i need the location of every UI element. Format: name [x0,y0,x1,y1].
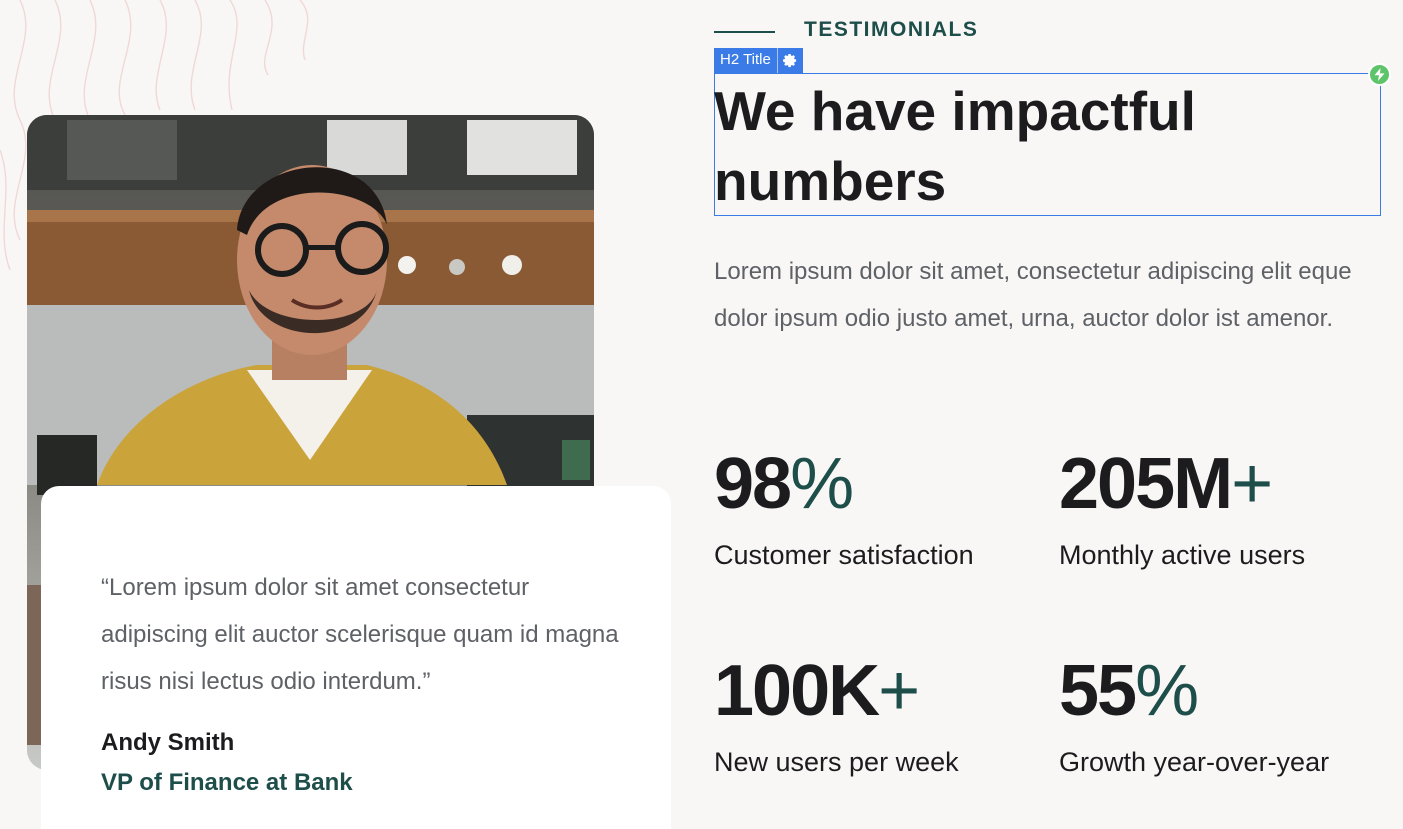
stat-value: 98% [714,448,974,520]
stat-number: 100K [714,651,880,731]
section-title[interactable]: We have impactful numbers [714,76,1374,216]
testimonial-author-role: VP of Finance at Bank [101,769,353,796]
stat-number: 55 [1059,651,1137,731]
stat-growth-year-over-year: 55% Growth year-over-year [1059,655,1329,778]
stat-value: 100K+ [714,655,959,727]
stat-label: New users per week [714,747,959,777]
stat-number: 98 [714,444,792,524]
editor-tag-label[interactable]: H2 Title [714,48,777,73]
stat-suffix: % [1135,651,1199,731]
testimonial-card: “Lorem ipsum dolor sit amet consectetur … [41,486,671,829]
stat-number: 205M [1059,444,1233,524]
stat-monthly-active-users: 205M+ Monthly active users [1059,448,1305,571]
section-eyebrow: TESTIMONIALS [804,18,979,41]
stat-label: Customer satisfaction [714,540,974,570]
stat-suffix: + [1231,444,1273,524]
stat-suffix: + [878,651,920,731]
testimonials-section: “Lorem ipsum dolor sit amet consectetur … [0,0,1403,829]
gear-icon[interactable] [778,48,803,73]
testimonial-quote: “Lorem ipsum dolor sit amet consectetur … [101,574,619,695]
stat-value: 205M+ [1059,448,1305,520]
eyebrow-divider [714,31,775,33]
stat-customer-satisfaction: 98% Customer satisfaction [714,448,974,571]
stat-label: Monthly active users [1059,540,1306,570]
stat-new-users-per-week: 100K+ New users per week [714,655,959,778]
stat-value: 55% [1059,655,1329,727]
testimonial-author: Andy Smith [101,729,235,756]
stat-suffix: % [790,444,854,524]
editor-element-tag[interactable]: H2 Title [714,48,803,73]
stat-label: Growth year-over-year [1059,747,1330,777]
section-description: Lorem ipsum dolor sit amet, consectetur … [714,258,1352,332]
